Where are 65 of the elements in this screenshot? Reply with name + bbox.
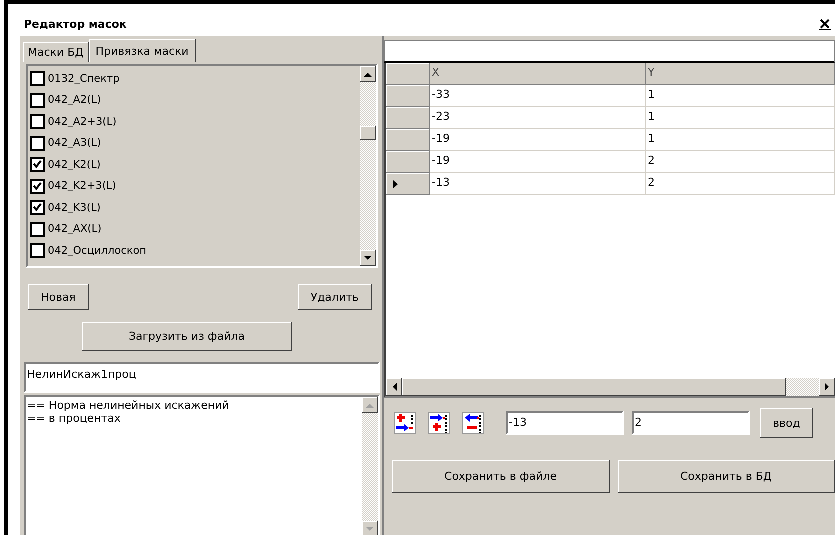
right-arrow-icon[interactable] <box>824 383 830 391</box>
mask-label: 042_A2(L) <box>48 94 102 106</box>
mask-label: 0132_Спектр <box>48 72 120 85</box>
mask-label: 042_K2+3(L) <box>48 180 116 192</box>
column-header[interactable]: Y <box>646 63 835 85</box>
table-cell: -23 <box>430 107 646 129</box>
arrow-minus-icon <box>462 412 484 434</box>
mask-item[interactable]: 042_A3(L) <box>30 132 358 154</box>
checkbox[interactable] <box>30 136 45 151</box>
y-field[interactable]: 2 <box>632 411 750 435</box>
window-title: Редактор масок <box>24 18 127 30</box>
checkbox[interactable] <box>30 92 45 108</box>
checkbox[interactable] <box>30 200 45 216</box>
row-indicator[interactable] <box>386 173 430 195</box>
checkbox[interactable] <box>30 222 45 237</box>
new-button[interactable]: Новая <box>28 284 89 310</box>
mask-item[interactable]: 042_AX(L) <box>30 218 358 240</box>
checkbox[interactable] <box>30 157 45 172</box>
enter-button[interactable]: ввод <box>760 408 814 438</box>
table-cell: 1 <box>646 85 835 107</box>
mask-label: 042_K3(L) <box>48 202 101 214</box>
mask-item[interactable]: 042_K2+3(L) <box>30 176 358 197</box>
tab[interactable]: Привязка маски <box>88 39 196 62</box>
table-cell: -33 <box>430 85 646 107</box>
mask-label: 042_A3(L) <box>48 137 102 150</box>
mask-item[interactable]: 0132_Спектр <box>30 68 358 90</box>
table-cell: -19 <box>430 129 646 151</box>
mask-item[interactable]: 042_Осциллоскоп <box>30 240 358 262</box>
save-button[interactable]: Сохранить в файле <box>392 460 610 493</box>
name-field[interactable]: НелинИскаж1проц <box>24 362 380 393</box>
mask-label: 042_AX(L) <box>48 223 102 236</box>
mask-label: 042_Осциллоскоп <box>48 244 147 257</box>
table-cell: 2 <box>646 173 835 195</box>
table-cell: 1 <box>646 129 835 151</box>
close-icon[interactable] <box>819 18 831 30</box>
delete-button[interactable]: Удалить <box>298 284 372 310</box>
column-header[interactable]: X <box>430 63 646 85</box>
left-arrow-icon[interactable] <box>392 383 396 391</box>
table-cell: -13 <box>430 173 646 195</box>
arrow-plus-icon <box>428 412 450 434</box>
table-cell: 1 <box>646 107 835 129</box>
checkbox[interactable] <box>30 178 45 194</box>
insert-row-button[interactable] <box>392 410 418 436</box>
save-button[interactable]: Сохранить в БД <box>618 460 835 493</box>
checkbox[interactable] <box>30 243 45 258</box>
mask-item[interactable]: 042_K2(L) <box>30 154 358 176</box>
load-from-file-button[interactable]: Загрузить из файла <box>82 322 292 351</box>
table-cell: -19 <box>430 151 646 173</box>
scrollbar[interactable] <box>360 66 376 266</box>
delete-row-button[interactable] <box>460 410 486 436</box>
mask-item[interactable]: 042_A2(L) <box>30 90 358 111</box>
mask-label: 042_K2(L) <box>48 158 101 171</box>
x-field[interactable]: -13 <box>506 411 624 435</box>
up-arrow-icon[interactable] <box>364 72 372 76</box>
mask-item[interactable]: 042_A2+3(L) <box>30 111 358 132</box>
append-row-button[interactable] <box>426 410 452 436</box>
mask-label: 042_A2+3(L) <box>48 116 117 128</box>
mask-item[interactable]: 042_K3(L) <box>30 197 358 218</box>
input-field[interactable] <box>384 40 835 63</box>
scroll-thumb[interactable] <box>360 126 376 140</box>
down-arrow-icon[interactable] <box>364 256 372 260</box>
checkbox[interactable] <box>30 71 45 86</box>
table-cell: 2 <box>646 151 835 173</box>
checkbox[interactable] <box>30 114 45 130</box>
tab[interactable]: Маски БД <box>23 42 89 62</box>
